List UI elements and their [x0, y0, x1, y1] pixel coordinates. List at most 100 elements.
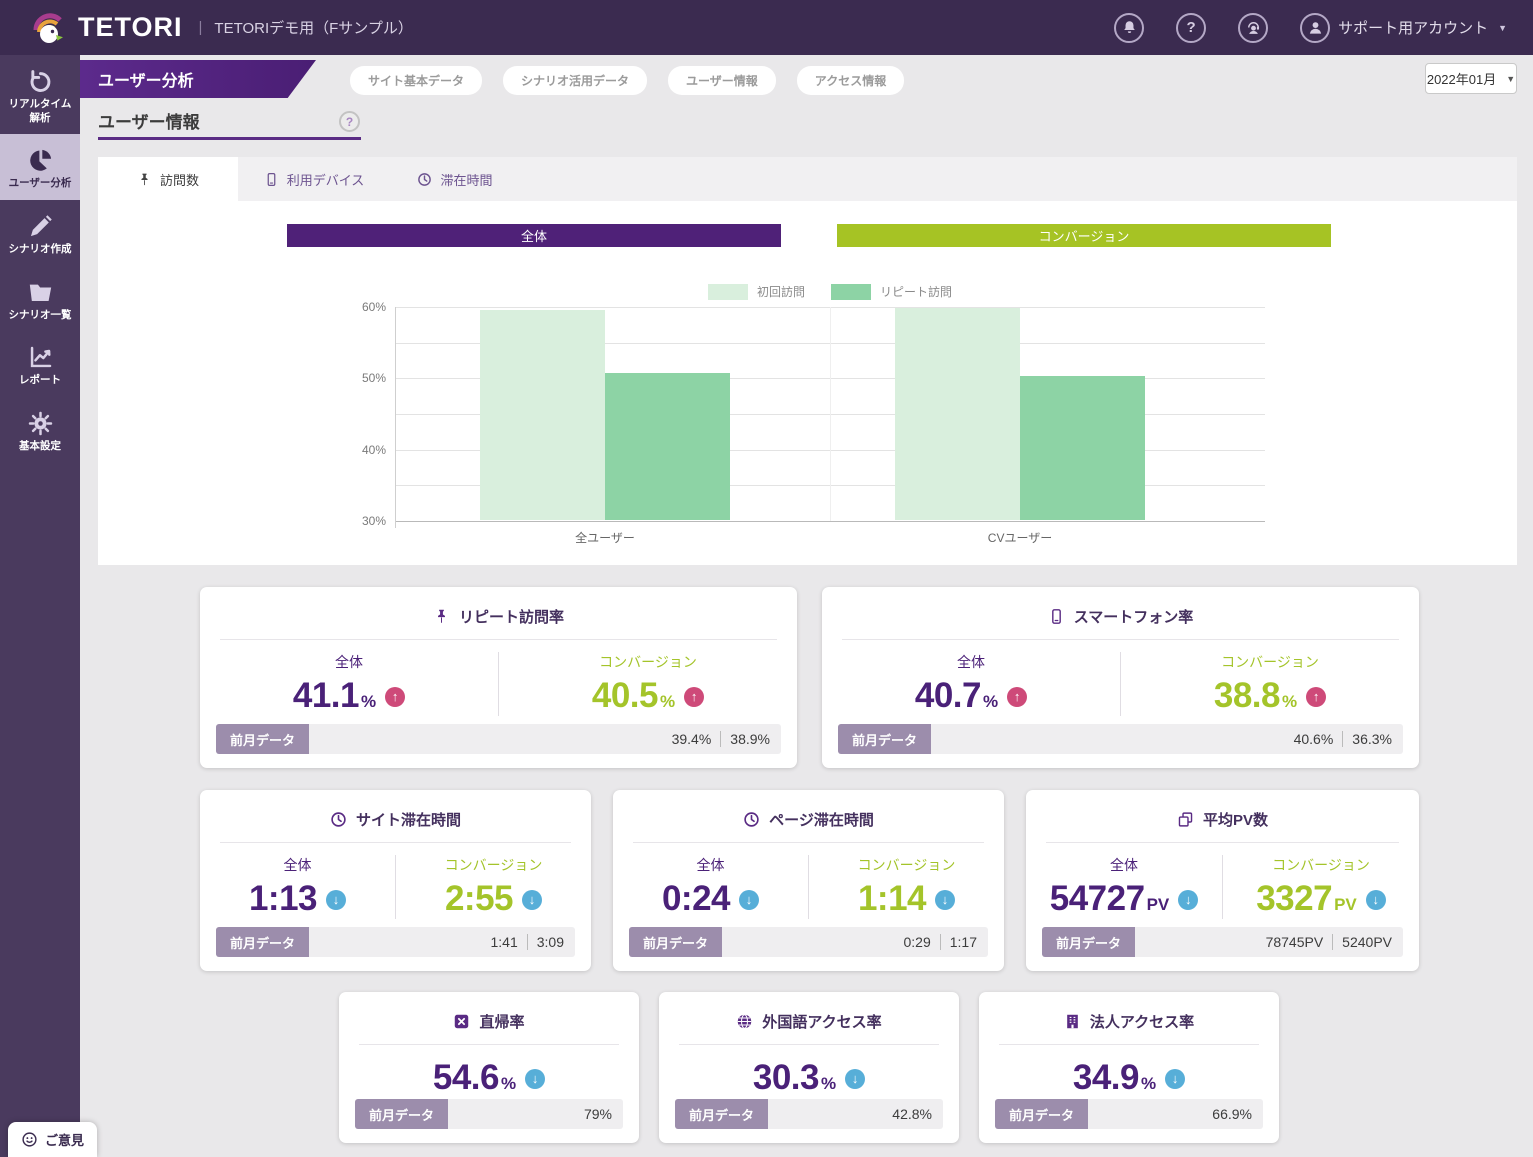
prev-month-value: 1:17	[950, 934, 977, 950]
overall-label: 全体	[822, 652, 1120, 672]
conversion-label: コンバージョン	[396, 855, 591, 875]
conversion-column: コンバージョン40.5%↑	[498, 652, 797, 716]
stat-card-foreign-language-access-rate: 外国語アクセス率30.3%↓前月データ42.8%	[659, 992, 959, 1143]
gear-icon	[2, 410, 78, 437]
gridline: 0%	[395, 521, 1265, 522]
value-number: 1:14	[858, 879, 926, 918]
prev-month-bar: 前月データ 66.9%	[995, 1099, 1263, 1129]
overall-label: 全体	[200, 652, 498, 672]
clock-icon	[743, 811, 760, 828]
visits-panel: 訪問数利用デバイス滞在時間 全体コンバージョン 初回訪問リピート訪問 60%50…	[98, 157, 1517, 565]
legend-label: 初回訪問	[757, 283, 805, 300]
bar-repeat-visit-cv-users	[1020, 376, 1145, 520]
tab-label: 利用デバイス	[287, 170, 365, 189]
chevron-down-icon: ▼	[1506, 74, 1515, 84]
prev-values-divider	[1332, 934, 1333, 950]
prev-month-values: 79%	[584, 1099, 612, 1129]
conversion-label: コンバージョン	[1223, 855, 1419, 875]
month-selector[interactable]: 2022年01月 ▼	[1425, 63, 1517, 94]
prev-month-badge: 前月データ	[838, 724, 931, 754]
y-tick-label: 30%	[362, 514, 386, 528]
conversion-column: コンバージョン2:55↓	[395, 855, 591, 919]
card-columns: 全体54727PV↓コンバージョン3327PV↓	[1026, 855, 1419, 919]
prev-month-values: 1:413:09	[491, 927, 565, 957]
month-selector-value: 2022年01月	[1427, 69, 1496, 88]
value-number: 0:24	[662, 879, 730, 918]
trend-up-icon: ↑	[1306, 687, 1326, 707]
value-number: 34.9	[1073, 1058, 1139, 1097]
conversion-column: コンバージョン1:14↓	[808, 855, 1004, 919]
stat-card-site-duration: サイト滞在時間全体1:13↓コンバージョン2:55↓前月データ1:413:09	[200, 790, 591, 971]
tab-duration[interactable]: 滞在時間	[390, 157, 520, 201]
prev-month-values: 66.9%	[1212, 1099, 1252, 1129]
sidebar-item-scenario-list[interactable]: シナリオ一覧	[0, 266, 80, 332]
chart-legend: 初回訪問リピート訪問	[395, 283, 1265, 300]
prev-month-badge: 前月データ	[995, 1099, 1088, 1129]
card-divider	[220, 639, 777, 640]
prev-month-badge: 前月データ	[216, 927, 309, 957]
help-icon[interactable]: ?	[1176, 13, 1206, 43]
trend-down-icon: ↓	[739, 890, 759, 910]
prev-month-value: 42.8%	[892, 1106, 932, 1122]
card-title: 平均PV数	[1026, 790, 1419, 830]
prev-month-badge: 前月データ	[675, 1099, 768, 1129]
overall-column: 全体1:13↓	[200, 855, 395, 919]
tetori-logo[interactable]: TETORI	[0, 8, 183, 48]
prev-month-value: 38.9%	[730, 731, 770, 747]
section-help-icon[interactable]: ?	[339, 111, 360, 132]
value-number: 54727	[1050, 879, 1145, 918]
sidebar-item-scenario-create[interactable]: シナリオ作成	[0, 200, 80, 266]
sidebar-item-label: ユーザー分析	[2, 177, 78, 191]
sidebar-item-realtime-analysis[interactable]: リアルタイム解析	[0, 55, 80, 134]
bar-chart: 60%50%40%30%20%10%0%全ユーザーCVユーザー	[395, 307, 1265, 521]
overall-value: 41.1%↑	[200, 676, 498, 716]
support-icon[interactable]	[1238, 13, 1268, 43]
card-title-label: リピート訪問率	[459, 606, 564, 627]
feedback-button[interactable]: ご意見	[8, 1122, 97, 1157]
prev-month-value: 36.3%	[1352, 731, 1392, 747]
tab-label: 滞在時間	[440, 170, 492, 189]
legend-item-first-visit: 初回訪問	[708, 283, 805, 300]
smiley-icon	[21, 1131, 38, 1148]
conversion-column: コンバージョン3327PV↓	[1222, 855, 1419, 919]
conversion-label: コンバージョン	[499, 652, 797, 672]
prev-month-bar: 前月データ78745PV5240PV	[1042, 927, 1403, 957]
overall-column: 全体40.7%↑	[822, 652, 1120, 716]
card-title: スマートフォン率	[822, 587, 1419, 627]
sidebar-item-settings[interactable]: 基本設定	[0, 397, 80, 463]
tetori-mascot-icon	[28, 8, 68, 48]
y-tick-label: 60%	[362, 300, 386, 314]
value-unit: PV	[1334, 895, 1357, 914]
smartphone-icon	[264, 172, 279, 187]
nav-pill-user-info[interactable]: ユーザー情報	[668, 66, 776, 95]
tab-visits[interactable]: 訪問数	[98, 157, 238, 201]
tab-devices[interactable]: 利用デバイス	[238, 157, 390, 201]
card-divider	[1046, 842, 1399, 843]
top-header: TETORI | TETORIデモ用（Fサンプル） ? サポート用アカウント ▼	[0, 0, 1533, 55]
trend-up-icon: ↑	[684, 687, 704, 707]
value-number: 41.1	[293, 676, 359, 715]
value-unit: %	[660, 692, 675, 711]
nav-pill-scenario-usage-data[interactable]: シナリオ活用データ	[503, 66, 647, 95]
trend-down-icon: ↓	[845, 1069, 865, 1089]
value-unit: %	[1141, 1074, 1156, 1093]
prev-month-bar: 前月データ 42.8%	[675, 1099, 943, 1129]
trend-down-icon: ↓	[1165, 1069, 1185, 1089]
card-title: リピート訪問率	[200, 587, 797, 627]
bar-first-visit-all-users	[480, 310, 605, 520]
nav-pill-site-basic-data[interactable]: サイト基本データ	[350, 66, 482, 95]
building-icon	[1064, 1013, 1081, 1030]
nav-pill-access-info[interactable]: アクセス情報	[797, 66, 904, 95]
sidebar-item-user-analysis[interactable]: ユーザー分析	[0, 134, 80, 200]
card-title: ページ滞在時間	[613, 790, 1004, 830]
notifications-icon[interactable]	[1114, 13, 1144, 43]
value-number: 54.6	[433, 1058, 499, 1097]
sidebar-item-report[interactable]: レポート	[0, 331, 80, 397]
account-menu[interactable]: サポート用アカウント ▼	[1300, 13, 1507, 43]
tab-label: 訪問数	[160, 170, 199, 189]
overall-value: 54727PV↓	[1026, 879, 1222, 919]
chart-group-header-conversion: コンバージョン	[837, 224, 1331, 247]
bar-first-visit-cv-users	[895, 308, 1020, 520]
prev-month-value: 3:09	[537, 934, 564, 950]
page-title: ユーザー分析	[80, 60, 316, 98]
